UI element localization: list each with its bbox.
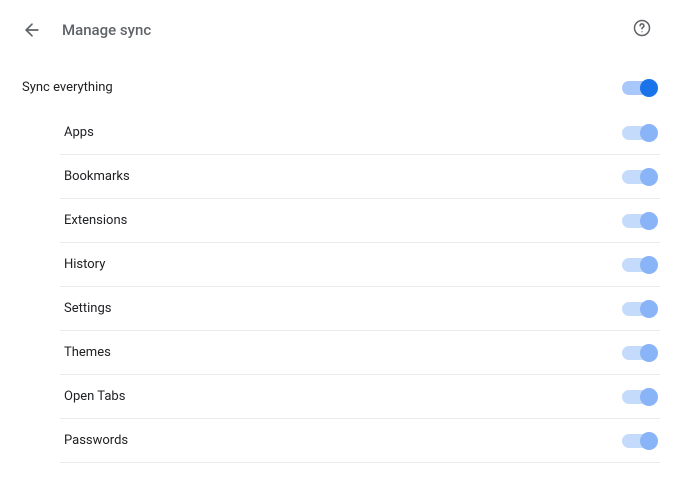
item-label: Extensions [64,213,127,228]
sync-item-bookmarks: Bookmarks [60,155,660,199]
sync-everything-label: Sync everything [22,80,113,95]
toggle-knob [640,256,658,274]
item-label: History [64,257,105,272]
toggle-knob [640,300,658,318]
extensions-toggle[interactable] [622,214,656,228]
item-label: Open Tabs [64,389,125,404]
sync-item-history: History [60,243,660,287]
sync-everything-row: Sync everything [20,80,660,111]
header-bar: Manage sync [0,0,680,52]
content-area: Sync everything Apps Bookmarks Extension… [0,52,680,463]
bookmarks-toggle[interactable] [622,170,656,184]
toggle-knob [640,388,658,406]
toggle-knob [640,432,658,450]
open-tabs-toggle[interactable] [622,390,656,404]
item-label: Passwords [64,433,128,448]
toggle-knob [640,212,658,230]
themes-toggle[interactable] [622,346,656,360]
toggle-knob [640,344,658,362]
sync-everything-toggle[interactable] [622,81,656,95]
item-label: Themes [64,345,111,360]
sync-item-themes: Themes [60,331,660,375]
sync-items-list: Apps Bookmarks Extensions History Settin… [20,111,660,463]
passwords-toggle[interactable] [622,434,656,448]
sync-item-open-tabs: Open Tabs [60,375,660,419]
settings-toggle[interactable] [622,302,656,316]
item-label: Apps [64,125,94,140]
back-button[interactable] [20,18,44,42]
item-label: Settings [64,301,111,316]
toggle-knob [640,168,658,186]
sync-item-passwords: Passwords [60,419,660,463]
toggle-knob [640,124,658,142]
sync-item-apps: Apps [60,111,660,155]
sync-item-settings: Settings [60,287,660,331]
arrow-left-icon [22,20,42,40]
history-toggle[interactable] [622,258,656,272]
item-label: Bookmarks [64,169,130,184]
page-title: Manage sync [62,21,151,39]
sync-item-extensions: Extensions [60,199,660,243]
apps-toggle[interactable] [622,126,656,140]
help-button[interactable] [632,18,652,38]
toggle-knob [640,79,658,97]
help-icon [633,19,651,37]
